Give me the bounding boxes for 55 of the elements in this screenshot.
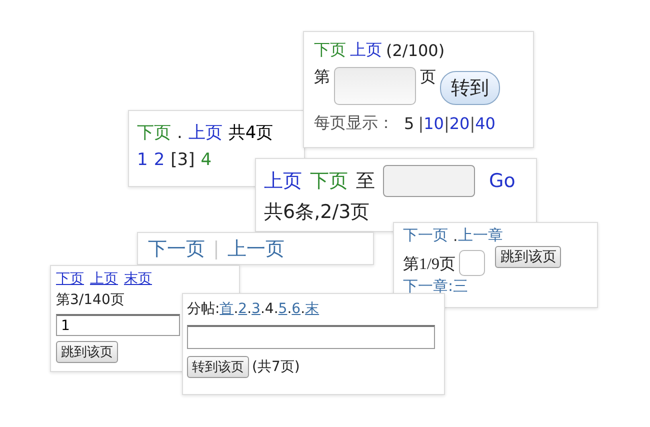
pager-link[interactable]: 上页 xyxy=(350,40,382,61)
previous-chapter-link[interactable]: 上一章 xyxy=(458,226,503,245)
per-page-option[interactable]: 20 xyxy=(449,114,470,133)
pager-link[interactable]: . xyxy=(177,122,182,142)
next-page-link[interactable]: 下一页 xyxy=(403,226,448,245)
separator: | xyxy=(418,114,424,133)
page-input[interactable] xyxy=(459,250,486,276)
per-page-label: 每页显示： xyxy=(314,113,394,134)
pager-link[interactable]: 下页 xyxy=(314,40,346,61)
page-total: (共7页) xyxy=(252,358,300,376)
separator: | xyxy=(213,238,220,260)
page-prefix: 第 xyxy=(314,67,330,88)
page-input[interactable] xyxy=(187,325,435,349)
page-number[interactable]: [3] xyxy=(170,150,195,170)
page-link[interactable]: 3 xyxy=(252,301,260,317)
page-input[interactable]: 1 xyxy=(56,314,180,336)
pager-link[interactable]: 下页 xyxy=(310,168,348,194)
next-page-link[interactable]: 下一页 xyxy=(148,236,205,262)
separator: . xyxy=(453,226,458,244)
page-number[interactable]: 4 xyxy=(200,150,212,170)
per-page-option[interactable]: 40 xyxy=(475,114,496,133)
go-button[interactable]: 转到 xyxy=(440,71,500,105)
page-link[interactable]: 首 xyxy=(220,301,234,317)
jump-button[interactable]: 转到该页 xyxy=(187,356,249,378)
page-link[interactable]: 5 xyxy=(278,301,288,317)
page-suffix: 页 xyxy=(420,67,436,88)
page-link[interactable]: 6 xyxy=(292,301,301,317)
pager-link[interactable]: 上页 xyxy=(90,270,118,288)
jump-button[interactable]: 跳到该页 xyxy=(56,341,118,363)
thread-pages-line: 分帖:首.2.3.4.5.6.末 xyxy=(187,300,320,318)
page-link[interactable]: 末 xyxy=(305,301,320,317)
pager-link[interactable]: 上页 xyxy=(188,121,222,144)
previous-page-link[interactable]: 上一页 xyxy=(227,236,284,262)
pager-link[interactable]: 末页 xyxy=(124,270,152,288)
page-number[interactable]: 1 xyxy=(137,150,148,170)
page-number[interactable]: 2 xyxy=(154,150,165,170)
page-status: (2/100) xyxy=(386,41,445,60)
separator: | xyxy=(470,114,476,133)
next-chapter-link[interactable]: 下一章:三 xyxy=(403,277,468,296)
page-status: 第3/140页 xyxy=(56,291,124,309)
pager-link[interactable]: 下页 xyxy=(137,121,171,144)
to-label: 至 xyxy=(356,169,375,194)
page-link[interactable]: 2 xyxy=(238,301,248,317)
page-status: 第1/9页 xyxy=(403,255,456,275)
jump-button[interactable]: 跳到该页 xyxy=(495,246,562,268)
go-link[interactable]: Go xyxy=(489,170,516,192)
page-total: 共4页 xyxy=(228,122,274,144)
pager-link[interactable]: 下页 xyxy=(56,270,84,288)
separator: | xyxy=(444,114,450,133)
per-page-option[interactable]: 5 xyxy=(404,114,414,133)
page-summary: 共6条,2/3页 xyxy=(264,200,370,225)
page-input[interactable] xyxy=(334,67,416,105)
per-page-option[interactable]: 10 xyxy=(424,114,444,133)
page-input[interactable] xyxy=(383,165,475,197)
pager-link[interactable]: 上页 xyxy=(264,168,302,194)
